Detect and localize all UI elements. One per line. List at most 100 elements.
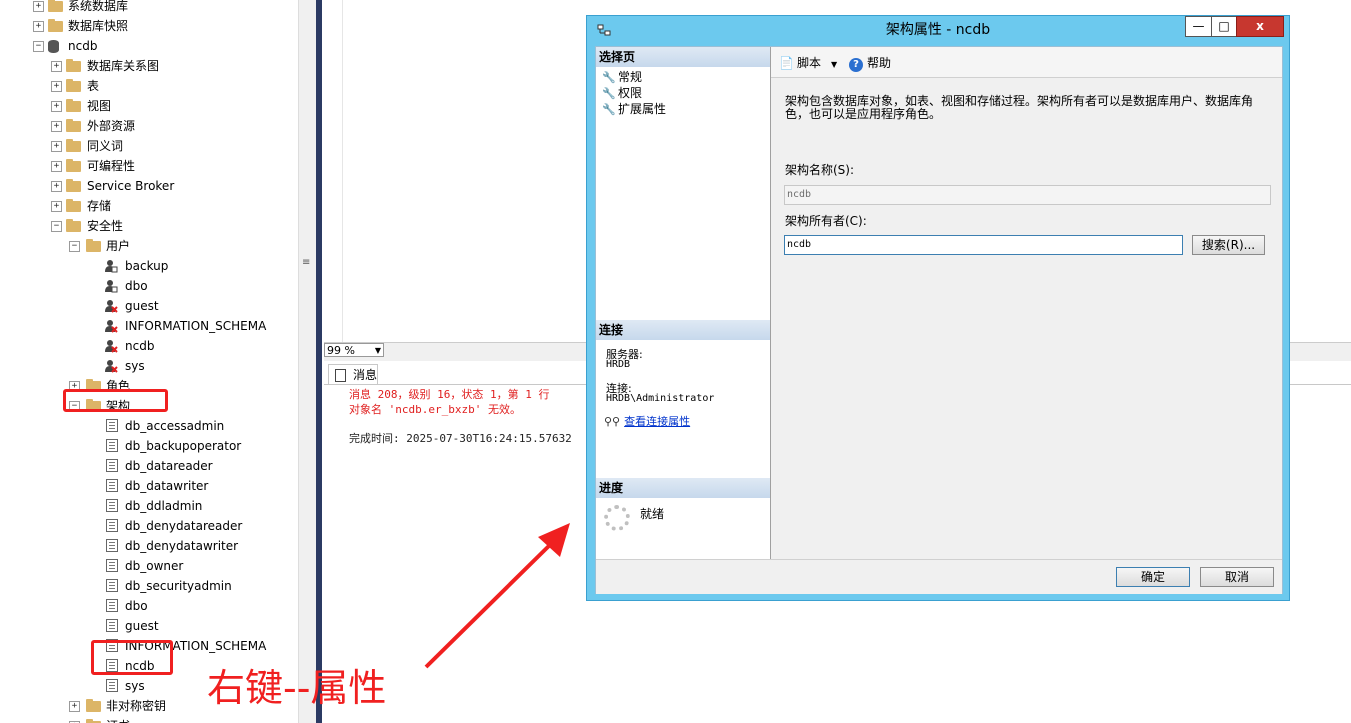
tree-node[interactable]: dbo (0, 276, 298, 296)
schema-name-field[interactable]: ncdb (784, 185, 1271, 205)
folder-icon (66, 59, 81, 72)
tree-node[interactable]: + 存储 (0, 196, 298, 216)
tree-node[interactable]: db_backupoperator (0, 436, 298, 456)
tree-node[interactable]: + 系统数据库 (0, 0, 298, 16)
expand-icon[interactable]: + (33, 21, 44, 32)
expand-icon[interactable]: + (51, 201, 62, 212)
tree-node[interactable]: backup (0, 256, 298, 276)
expand-icon[interactable]: + (51, 181, 62, 192)
folder-icon (48, 0, 63, 12)
schema-properties-dialog: 架构属性 - ncdb — □ x 选择页 🔧 常规 🔧 权限 🔧 扩展属性 连接 服… (586, 15, 1290, 601)
tab-messages[interactable]: 消息 (328, 364, 378, 384)
tree-node[interactable]: − 安全性 (0, 216, 298, 236)
connection-header: 连接 (596, 320, 770, 340)
dialog-left-pane: 选择页 🔧 常规 🔧 权限 🔧 扩展属性 连接 服务器: HRDB 连接: HRDB\… (596, 47, 771, 559)
tree-node[interactable]: + 视图 (0, 96, 298, 116)
splitter-grip-icon[interactable]: ≡ (302, 257, 310, 268)
folder-icon (66, 159, 81, 172)
tree-node[interactable]: + 外部资源 (0, 116, 298, 136)
help-label: 帮助 (867, 56, 892, 70)
folder-icon (66, 139, 81, 152)
tree-node[interactable]: sys (0, 356, 298, 376)
folder-icon (86, 239, 101, 252)
tree-node[interactable]: + 数据库关系图 (0, 56, 298, 76)
tree-node-label: 非对称密钥 (106, 699, 167, 713)
tree-node[interactable]: + 可编程性 (0, 156, 298, 176)
page-extended-properties-label: 扩展属性 (618, 102, 667, 116)
ok-button[interactable]: 确定 (1116, 567, 1190, 587)
expand-icon[interactable]: + (69, 701, 80, 712)
zoom-value: 99 % (327, 344, 355, 357)
minimize-button[interactable]: — (1185, 16, 1212, 37)
cancel-button[interactable]: 取消 (1200, 567, 1274, 587)
tree-node[interactable]: INFORMATION_SCHEMA (0, 316, 298, 336)
annotation-arrow-icon (424, 523, 570, 669)
schema-owner-label: 架构所有者(C): (785, 214, 867, 228)
tree-node-label: 系统数据库 (68, 0, 129, 13)
completion-time: 完成时间: 2025-07-30T16:24:15.57632 (349, 432, 572, 445)
schema-owner-field[interactable]: ncdb (784, 235, 1183, 255)
script-button[interactable]: 📄 脚本 ▼ (779, 54, 837, 71)
page-general[interactable]: 🔧 常规 (602, 69, 642, 85)
tree-node-label: db_denydatareader (125, 519, 243, 533)
expand-icon[interactable]: + (51, 141, 62, 152)
schema-icon (106, 479, 118, 492)
tab-messages-label: 消息 (353, 368, 378, 382)
expand-icon[interactable]: + (51, 161, 62, 172)
tree-node[interactable]: dbo (0, 596, 298, 616)
tree-node[interactable]: + 数据库快照 (0, 16, 298, 36)
disabled-user-icon (104, 299, 118, 313)
splitter[interactable] (298, 0, 316, 723)
tree-node[interactable]: db_denydatawriter (0, 536, 298, 556)
tree-node-label: Service Broker (87, 179, 175, 193)
script-icon: 📄 (779, 56, 794, 70)
collapse-icon[interactable]: − (51, 221, 62, 232)
zoom-select[interactable]: 99 % ▼ (324, 343, 384, 357)
view-connection-properties-link[interactable]: ⚲⚲ 查看连接属性 (604, 413, 690, 429)
tree-node-label: db_owner (125, 559, 184, 573)
expand-icon[interactable]: + (51, 101, 62, 112)
schema-icon (106, 619, 118, 632)
tree-node[interactable]: db_ddladmin (0, 496, 298, 516)
tree-node[interactable]: + 同义词 (0, 136, 298, 156)
maximize-button[interactable]: □ (1211, 16, 1237, 37)
editor-margin-bar (316, 0, 322, 723)
tree-node[interactable]: + Service Broker (0, 176, 298, 196)
editor-area[interactable] (324, 0, 343, 342)
progress-status: 就绪 (640, 507, 665, 521)
collapse-icon[interactable]: − (33, 41, 44, 52)
wrench-icon: 🔧 (602, 87, 616, 100)
tree-node[interactable]: db_accessadmin (0, 416, 298, 436)
tree-node-label: db_datawriter (125, 479, 209, 493)
tree-node[interactable]: db_datawriter (0, 476, 298, 496)
dialog-title: 架构属性 - ncdb (885, 22, 991, 38)
folder-icon (66, 199, 81, 212)
close-button[interactable]: x (1236, 16, 1284, 37)
folder-icon (86, 699, 101, 712)
collapse-icon[interactable]: − (69, 241, 80, 252)
page-permissions[interactable]: 🔧 权限 (602, 85, 642, 101)
tree-node[interactable]: db_securityadmin (0, 576, 298, 596)
tree-node-label: ncdb (68, 39, 98, 53)
search-button[interactable]: 搜索(R)... (1192, 235, 1265, 255)
tree-node[interactable]: guest (0, 616, 298, 636)
tree-node[interactable]: db_datareader (0, 456, 298, 476)
tree-node[interactable]: +证书 (0, 716, 298, 723)
tree-node[interactable]: db_denydatareader (0, 516, 298, 536)
schema-icon (106, 419, 118, 432)
tree-node[interactable]: + 表 (0, 76, 298, 96)
tree-node[interactable]: db_owner (0, 556, 298, 576)
expand-icon[interactable]: + (33, 1, 44, 12)
tree-node-label: 可编程性 (87, 159, 136, 173)
tree-node-label: sys (125, 679, 145, 693)
expand-icon[interactable]: + (51, 81, 62, 92)
page-extended-properties[interactable]: 🔧 扩展属性 (602, 101, 666, 117)
tree-node[interactable]: guest (0, 296, 298, 316)
help-button[interactable]: ? 帮助 (849, 54, 891, 72)
tree-node[interactable]: ncdb (0, 336, 298, 356)
expand-icon[interactable]: + (51, 61, 62, 72)
expand-icon[interactable]: + (51, 121, 62, 132)
folder-icon (66, 79, 81, 92)
tree-node[interactable]: − ncdb (0, 36, 298, 56)
tree-node[interactable]: − 用户 (0, 236, 298, 256)
